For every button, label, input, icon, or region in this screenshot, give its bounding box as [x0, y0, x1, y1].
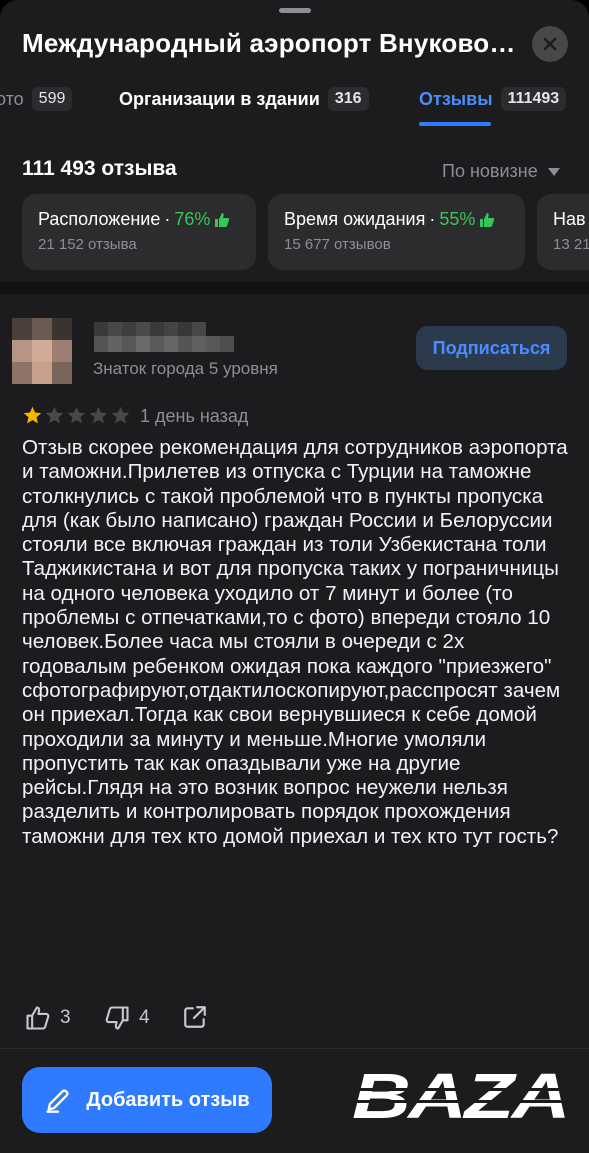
aspect-dot: · [164, 209, 171, 229]
dislike-count: 4 [139, 1007, 150, 1028]
aspect-card-navigation[interactable]: Нав 13 21 [537, 194, 589, 270]
user-level: Знаток города 5 уровня [93, 359, 278, 378]
page-title: Международный аэропорт Внуково… [22, 28, 516, 58]
share-button[interactable] [182, 1004, 208, 1030]
like-button[interactable]: 3 [24, 1004, 71, 1032]
like-count: 3 [60, 1007, 71, 1028]
review-date: 1 день назад [140, 406, 249, 426]
close-icon [543, 37, 557, 51]
aspect-reviews: 13 21 [553, 236, 589, 253]
thumbs-down-icon [105, 1006, 129, 1030]
sort-dropdown[interactable]: По новизне [442, 161, 560, 182]
aspect-reviews: 15 677 отзывов [284, 236, 391, 253]
thumbs-up-icon [26, 1006, 50, 1030]
star-icon [89, 406, 108, 424]
aspect-reviews: 21 152 отзыва [38, 236, 137, 253]
tab-reviews[interactable]: Отзывы 111493 [419, 82, 567, 116]
svg-text:BAZA: BAZA [352, 1066, 568, 1126]
dislike-button[interactable]: 4 [103, 1004, 150, 1032]
aspect-name: Нав [553, 209, 586, 229]
tab-count: 111493 [500, 87, 567, 111]
aspect-dot: · [429, 209, 436, 229]
star-icon [23, 406, 42, 424]
aspect-card-location[interactable]: Расположение · 76% 21 152 отзыва [22, 194, 256, 270]
close-button[interactable] [532, 26, 568, 62]
tab-photos[interactable]: ото 599 [0, 82, 73, 116]
tab-organizations[interactable]: Организации в здании 316 [119, 82, 369, 116]
aspect-percent: 55% [439, 209, 476, 229]
star-icon [111, 406, 130, 424]
aspect-percent: 76% [174, 209, 211, 229]
blurred-username [94, 322, 234, 352]
star-icon [45, 406, 64, 424]
aspect-name: Время ожидания [284, 209, 426, 229]
tab-label: Организации в здании [119, 88, 320, 109]
baza-watermark-logo: BAZA [352, 1066, 570, 1126]
add-review-button[interactable]: Добавить отзыв [22, 1067, 272, 1133]
review-text: Отзыв скорее рекомендация для сотруднико… [22, 436, 568, 848]
aspect-name: Расположение [38, 209, 161, 229]
bottom-sheet: Международный аэропорт Внуково… ото 599 … [0, 0, 589, 1153]
share-icon [184, 1006, 206, 1028]
tab-bar: ото 599 Организации в здании 316 Отзывы … [0, 82, 589, 130]
sheet-grabber[interactable] [279, 8, 311, 13]
thumbs-up-icon [215, 212, 230, 227]
sort-label: По новизне [442, 161, 538, 181]
subscribe-button[interactable]: Подписаться [416, 326, 567, 370]
aspect-card-waiting-time[interactable]: Время ожидания · 55% 15 677 отзывов [268, 194, 525, 270]
avatar[interactable] [12, 318, 72, 384]
add-review-label: Добавить отзыв [86, 1088, 250, 1111]
star-icon [67, 406, 86, 424]
caret-down-icon [547, 167, 560, 176]
reviews-count: 111 493 отзыва [22, 157, 177, 180]
divider [0, 1048, 589, 1049]
thumbs-up-icon [480, 212, 495, 227]
tab-label: Отзывы [419, 88, 493, 109]
star-rating [22, 405, 131, 426]
section-separator [0, 282, 589, 294]
pencil-icon [46, 1089, 69, 1113]
tab-count: 599 [31, 87, 73, 111]
tab-label: ото [0, 88, 24, 109]
tab-count: 316 [327, 87, 369, 111]
active-tab-indicator [419, 122, 491, 126]
